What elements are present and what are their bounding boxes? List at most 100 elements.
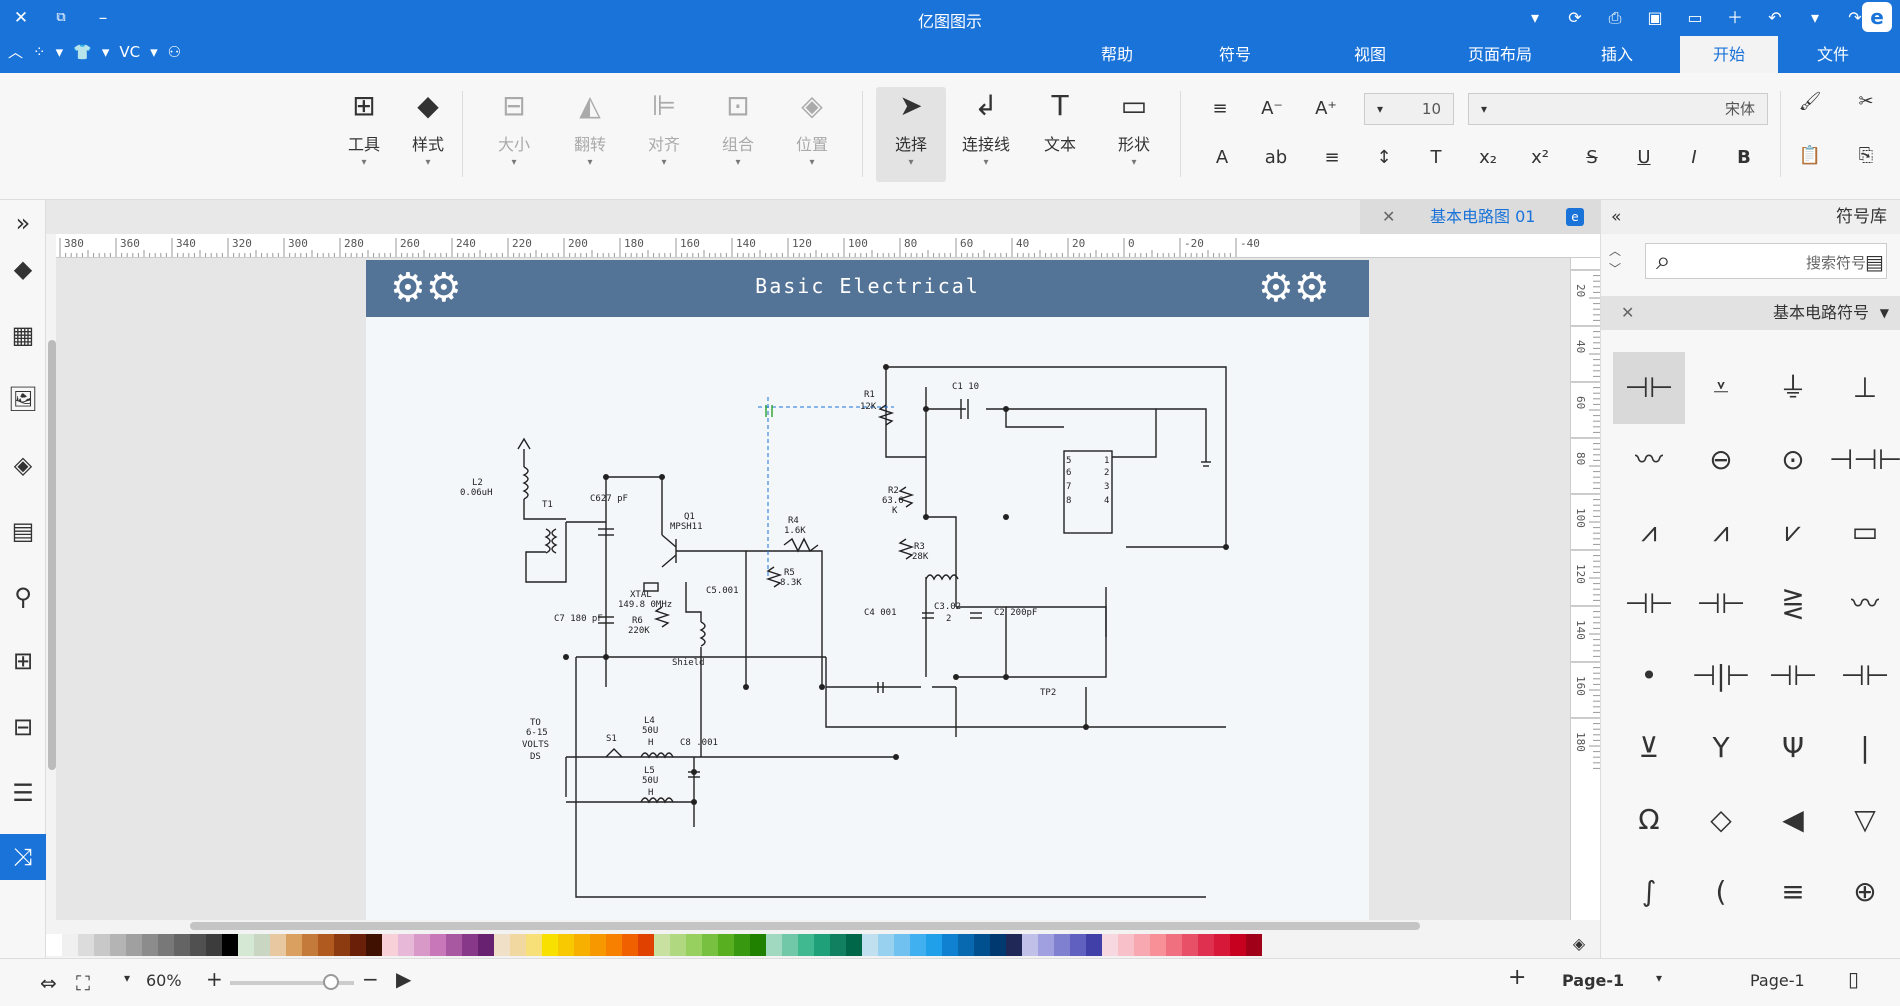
color-swatch[interactable]	[222, 934, 238, 956]
color-swatch[interactable]	[702, 934, 718, 956]
color-swatch[interactable]	[622, 934, 638, 956]
circuit-symbol-icon[interactable]: Ω	[1613, 784, 1685, 856]
circuit-symbol-icon[interactable]: Ψ	[1757, 712, 1829, 784]
circuit-symbol-icon[interactable]: ⩘	[1685, 496, 1757, 568]
circuit-symbol-icon[interactable]: ⊕	[1829, 856, 1900, 928]
color-swatch[interactable]	[174, 934, 190, 956]
align-button[interactable]: ⊫ 对齐 ▾	[634, 87, 694, 168]
color-swatch[interactable]	[478, 934, 494, 956]
menubar-tool-icon[interactable]: ︿	[8, 41, 23, 62]
zoom-slider-handle[interactable]	[323, 974, 339, 990]
decrease-font-icon[interactable]: A⁻	[1258, 96, 1286, 122]
font-size-dropdown-icon[interactable]: ▾	[1366, 96, 1394, 122]
color-swatch[interactable]	[542, 934, 558, 956]
line-spacing-icon[interactable]: ↕	[1370, 145, 1398, 171]
layers-icon[interactable]: ◈	[0, 442, 46, 488]
circuit-diagram[interactable]: R1 12K C1 10 R2 63.6 K R3 28K C2 200pF C…	[366, 317, 1369, 917]
text-format-icon[interactable]: T	[1422, 145, 1450, 171]
color-swatch[interactable]	[638, 934, 654, 956]
page-tab-active[interactable]: Page-1	[1562, 971, 1624, 990]
circuit-symbol-icon[interactable]: 〰	[1613, 424, 1685, 496]
color-swatch[interactable]	[62, 934, 78, 956]
circuit-symbol-icon[interactable]: ∫	[1613, 856, 1685, 928]
circuit-symbol-icon[interactable]: ⩗	[1757, 496, 1829, 568]
color-swatch[interactable]	[606, 934, 622, 956]
position-button[interactable]: ◈ 位置 ▾	[782, 87, 842, 168]
group-button[interactable]: ⊡ 组合 ▾	[708, 87, 768, 168]
underline-icon[interactable]: U	[1630, 145, 1658, 171]
color-swatch[interactable]	[78, 934, 94, 956]
circuit-symbol-icon[interactable]: ⊣⊢	[1613, 352, 1685, 424]
diagram-page[interactable]: ⚙⚙ Basic Electrical ⚙⚙ R1 12K C1 10 R2 6…	[366, 260, 1369, 920]
menubar-tool-icon[interactable]: ⚇	[168, 43, 181, 61]
horizontal-scrollbar[interactable]	[190, 922, 1420, 930]
menubar-tool-icon[interactable]: ▾	[150, 43, 158, 61]
menubar-tool-icon[interactable]: ▾	[56, 43, 64, 61]
add-page-button[interactable]: +	[1508, 965, 1526, 990]
close-tab-icon[interactable]: ✕	[1382, 200, 1395, 234]
library-manage-icon[interactable]: ▤	[1865, 250, 1884, 274]
color-swatch[interactable]	[286, 934, 302, 956]
circuit-symbol-icon[interactable]: (	[1685, 856, 1757, 928]
color-swatch[interactable]	[126, 934, 142, 956]
color-swatch[interactable]	[926, 934, 942, 956]
color-swatch[interactable]	[654, 934, 670, 956]
color-swatch[interactable]	[414, 934, 430, 956]
menubar-tool-icon[interactable]: 👕	[73, 43, 92, 61]
color-swatch[interactable]	[766, 934, 782, 956]
zoom-level[interactable]: 60%	[146, 971, 182, 990]
menubar-tool-icon[interactable]: ▾	[102, 43, 110, 61]
quick-access-button[interactable]: ↶	[1758, 4, 1792, 32]
quick-access-button[interactable]: ▭	[1678, 4, 1712, 32]
color-swatch[interactable]	[366, 934, 382, 956]
color-swatch[interactable]	[190, 934, 206, 956]
color-swatch[interactable]	[494, 934, 510, 956]
bold-icon[interactable]: B	[1730, 145, 1758, 171]
color-swatch[interactable]	[1230, 934, 1246, 956]
color-swatch[interactable]	[782, 934, 798, 956]
color-swatch[interactable]	[1118, 934, 1134, 956]
color-swatch[interactable]	[254, 934, 270, 956]
color-swatch[interactable]	[430, 934, 446, 956]
strikethrough-icon[interactable]: S	[1578, 145, 1606, 171]
color-swatch[interactable]	[158, 934, 174, 956]
format-icon[interactable]: ☰	[0, 770, 46, 816]
circuit-symbol-icon[interactable]: ≡	[1757, 856, 1829, 928]
font-name-field[interactable]: 宋体	[1468, 93, 1768, 125]
grid-icon[interactable]: ▦	[0, 312, 46, 358]
color-swatch[interactable]	[1006, 934, 1022, 956]
quick-access-button[interactable]: ＋	[1718, 4, 1752, 32]
circuit-symbol-icon[interactable]: ◇	[1685, 784, 1757, 856]
color-swatch[interactable]	[590, 934, 606, 956]
color-swatch[interactable]	[846, 934, 862, 956]
flip-button[interactable]: ◭ 翻转 ▾	[560, 87, 620, 168]
zoom-in-button[interactable]: +	[206, 967, 223, 991]
tab-view[interactable]: 视图	[1325, 36, 1415, 73]
color-swatch[interactable]	[958, 934, 974, 956]
fill-icon[interactable]: ◆	[0, 246, 46, 292]
circuit-symbol-icon[interactable]: ⊣⊣⊢⊢	[1829, 424, 1900, 496]
text-highlight-icon[interactable]: ab	[1262, 145, 1290, 171]
drawing-canvas[interactable]: ⚙⚙ Basic Electrical ⚙⚙ R1 12K C1 10 R2 6…	[56, 258, 1570, 920]
color-swatch[interactable]	[750, 934, 766, 956]
document-icon[interactable]: ▤	[0, 508, 46, 554]
quick-access-button[interactable]: ▾	[1798, 4, 1832, 32]
color-swatch[interactable]	[1054, 934, 1070, 956]
color-swatch[interactable]	[862, 934, 878, 956]
tab-insert[interactable]: 插入	[1572, 36, 1662, 73]
size-button[interactable]: ⊟ 大小 ▾	[484, 87, 544, 168]
circuit-symbol-icon[interactable]: |	[1829, 712, 1900, 784]
circuit-symbol-icon[interactable]: Y	[1685, 712, 1757, 784]
circuit-symbol-icon[interactable]: ◀	[1757, 784, 1829, 856]
vertical-scrollbar[interactable]	[48, 340, 56, 770]
copy-icon[interactable]: ⎘	[1852, 143, 1880, 169]
color-swatch[interactable]	[974, 934, 990, 956]
color-swatch[interactable]	[574, 934, 590, 956]
circuit-symbol-icon[interactable]: ⊥	[1829, 352, 1900, 424]
fit-width-icon[interactable]: ⇔	[40, 971, 57, 995]
color-swatch[interactable]	[990, 934, 1006, 956]
search-icon[interactable]: ⌕	[1656, 246, 1671, 277]
color-swatch[interactable]	[878, 934, 894, 956]
style-button[interactable]: ◆ 样式 ▾	[398, 87, 458, 168]
tools-button[interactable]: ⊞ 工具 ▾	[334, 87, 394, 168]
